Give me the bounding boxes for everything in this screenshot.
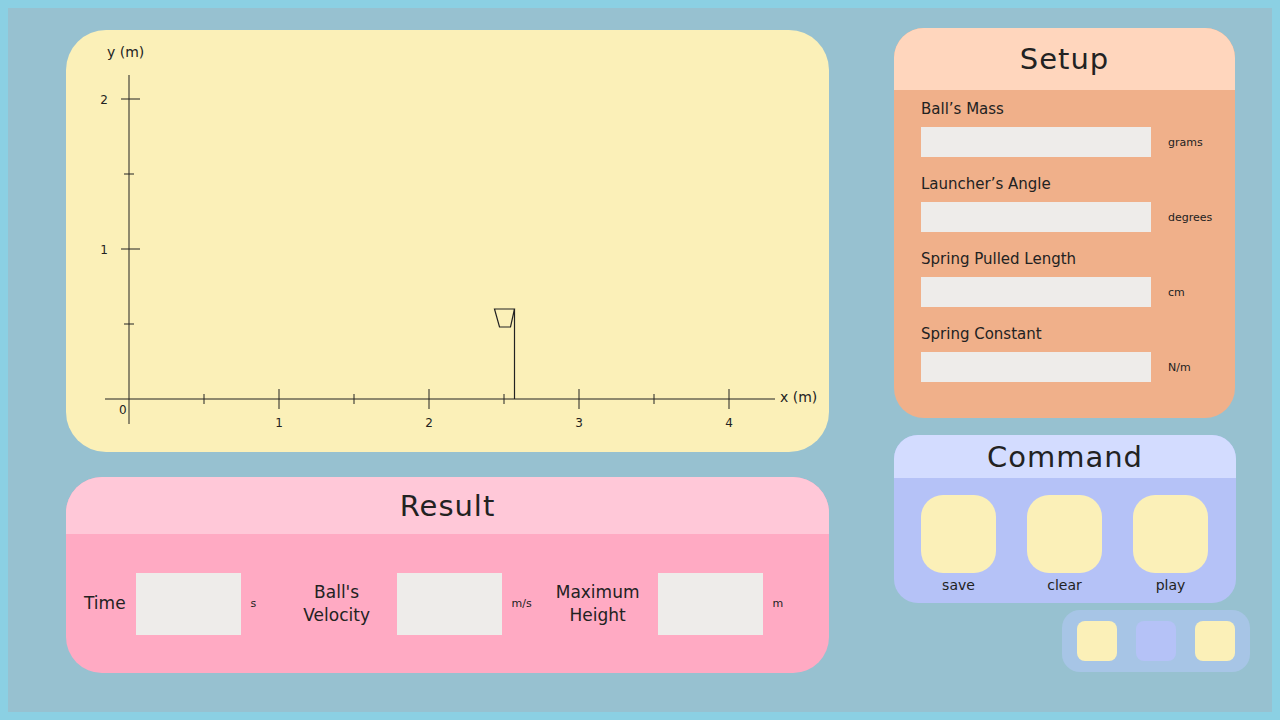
x-tick-label: 2 — [425, 416, 433, 430]
result-value — [658, 573, 763, 635]
x-tick-label: 4 — [725, 416, 733, 430]
command-item: clear — [1027, 495, 1102, 599]
x-minor-tick — [504, 394, 505, 404]
setup-field: Launcher’s Angle degrees — [921, 175, 1235, 232]
result-field: Maximum Height m — [548, 573, 799, 635]
x-tick — [579, 389, 580, 409]
result-label: Maximum Height — [548, 581, 648, 625]
setup-label: Spring Constant — [921, 325, 1235, 345]
command-body: save clear play — [894, 478, 1236, 603]
setup-row: N/m — [921, 352, 1235, 382]
mini-button[interactable] — [1136, 621, 1176, 661]
y-minor-tick — [124, 324, 134, 325]
result-unit: s — [251, 597, 277, 610]
setup-panel: Setup Ball’s Mass grams Launcher’s Angle deg… — [894, 28, 1235, 418]
y-tick-label: 1 — [100, 243, 108, 257]
x-minor-tick — [654, 394, 655, 404]
mini-button[interactable] — [1195, 621, 1235, 661]
result-unit: m — [773, 597, 799, 610]
x-tick-label: 3 — [575, 416, 583, 430]
setup-row: grams — [921, 127, 1235, 157]
result-label: Time — [84, 592, 126, 614]
x-minor-tick — [204, 394, 205, 404]
command-label: play — [1156, 577, 1186, 599]
setup-unit: grams — [1168, 136, 1203, 149]
basket-icon — [495, 309, 515, 399]
setup-field: Spring Constant N/m — [921, 325, 1235, 382]
x-tick — [729, 389, 730, 409]
command-item: play — [1133, 495, 1208, 599]
command-label: clear — [1047, 577, 1082, 599]
setup-unit: degrees — [1168, 211, 1212, 224]
y-minor-tick — [124, 174, 134, 175]
y-tick-label: 2 — [100, 93, 108, 107]
result-field: Time s — [84, 573, 277, 635]
clear-button[interactable] — [1027, 495, 1102, 573]
save-button[interactable] — [921, 495, 996, 573]
setup-input[interactable] — [921, 127, 1151, 157]
x-tick — [429, 389, 430, 409]
x-minor-tick — [354, 394, 355, 404]
setup-label: Ball’s Mass — [921, 100, 1235, 120]
result-panel: Result Time s Ball's Velocity m/s Maximum Hei… — [66, 477, 829, 673]
setup-row: cm — [921, 277, 1235, 307]
setup-input[interactable] — [921, 202, 1151, 232]
setup-label: Launcher’s Angle — [921, 175, 1235, 195]
setup-label: Spring Pulled Length — [921, 250, 1235, 270]
result-unit: m/s — [512, 597, 538, 610]
x-tick — [279, 389, 280, 409]
play-button[interactable] — [1133, 495, 1208, 573]
y-axis-label: y (m) — [107, 44, 144, 60]
setup-field: Ball’s Mass grams — [921, 100, 1235, 157]
setup-unit: cm — [1168, 286, 1194, 299]
x-tick-label: 1 — [275, 416, 283, 430]
x-axis-label: x (m) — [780, 389, 817, 405]
result-label: Ball's Velocity — [287, 581, 387, 625]
mini-toolbar — [1062, 610, 1250, 672]
result-body: Time s Ball's Velocity m/s Maximum Height m — [66, 534, 829, 673]
trajectory-chart: x (m) y (m) 0 1 2 3 4 1 2 — [66, 30, 829, 452]
chart-panel: x (m) y (m) 0 1 2 3 4 1 2 — [66, 30, 829, 452]
command-panel: Command save clear play — [894, 435, 1236, 603]
workspace: x (m) y (m) 0 1 2 3 4 1 2 Result Time s Ball's Veloc… — [8, 8, 1272, 712]
right-column: Setup Ball’s Mass grams Launcher’s Angle deg… — [894, 28, 1250, 712]
setup-input[interactable] — [921, 352, 1151, 382]
origin-label: 0 — [119, 403, 127, 417]
y-tick — [121, 99, 140, 100]
result-value — [397, 573, 502, 635]
setup-body: Ball’s Mass grams Launcher’s Angle degrees S… — [894, 90, 1235, 418]
result-value — [136, 573, 241, 635]
left-column: x (m) y (m) 0 1 2 3 4 1 2 Result Time s Ball's Veloc… — [66, 28, 829, 712]
result-title: Result — [66, 477, 829, 534]
setup-title: Setup — [894, 28, 1235, 90]
command-label: save — [942, 577, 975, 599]
mini-button[interactable] — [1077, 621, 1117, 661]
command-title: Command — [894, 435, 1236, 478]
app-frame: x (m) y (m) 0 1 2 3 4 1 2 Result Time s Ball's Veloc… — [0, 0, 1280, 720]
y-tick — [121, 249, 140, 250]
setup-row: degrees — [921, 202, 1235, 232]
x-axis — [105, 399, 775, 400]
setup-input[interactable] — [921, 277, 1151, 307]
setup-field: Spring Pulled Length cm — [921, 250, 1235, 307]
command-item: save — [921, 495, 996, 599]
setup-unit: N/m — [1168, 361, 1194, 374]
result-field: Ball's Velocity m/s — [287, 573, 538, 635]
